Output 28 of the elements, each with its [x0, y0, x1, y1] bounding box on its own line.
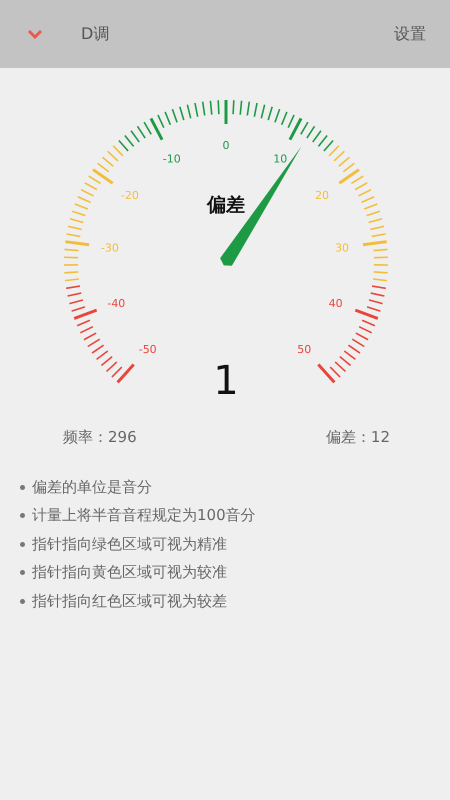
frequency-reading: 频率：296 — [63, 428, 137, 447]
key-selector[interactable]: D调 — [81, 24, 394, 44]
scale-label: -20 — [120, 189, 139, 202]
bullet-icon — [20, 598, 25, 604]
gauge-value: 1 — [213, 358, 239, 404]
chevron-down-icon[interactable] — [27, 29, 43, 39]
scale-label: 50 — [297, 342, 312, 356]
bullet-icon — [20, 513, 25, 518]
scale-label: 10 — [273, 152, 288, 166]
note-text: 计量上将半音音程规定为100音分 — [32, 506, 256, 526]
gauge-title: 偏差 — [207, 194, 245, 216]
bullet-icon — [20, 542, 25, 547]
scale-label: -40 — [107, 296, 126, 310]
note-text: 指针指向黄色区域可视为较准 — [32, 563, 227, 582]
scale-label: -50 — [138, 342, 157, 356]
scale-label: 0 — [222, 139, 230, 152]
scale-label: -10 — [162, 152, 181, 166]
scale-label: 40 — [328, 296, 343, 310]
scale-label: 30 — [335, 241, 350, 254]
bullet-icon — [20, 570, 25, 576]
note-text: 指针指向红色区域可视为较差 — [32, 592, 227, 611]
note-text: 指针指向绿色区域可视为精准 — [32, 534, 227, 554]
settings-link[interactable]: 设置 — [394, 24, 426, 44]
scale-label: 20 — [315, 189, 330, 202]
deviation-reading: 偏差：12 — [326, 428, 390, 447]
note-text: 偏差的单位是音分 — [32, 478, 152, 497]
scale-label: -30 — [100, 241, 119, 254]
bullet-icon — [20, 484, 25, 490]
